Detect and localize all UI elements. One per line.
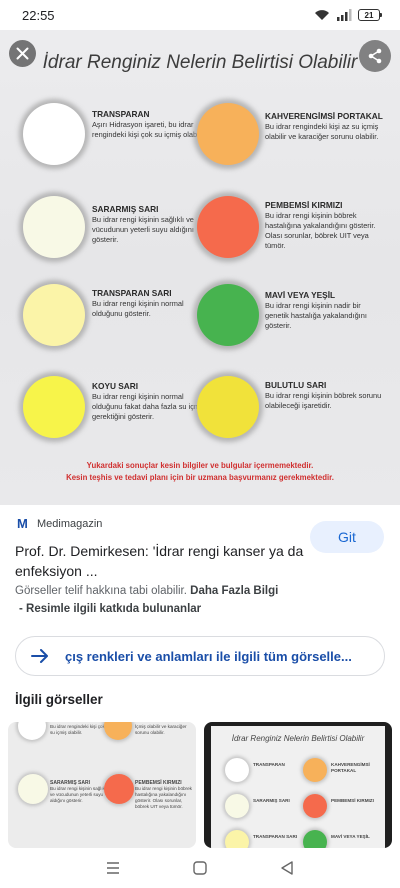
color-dot-pembemsi-kirmizi — [197, 196, 259, 258]
legend-transparan-sari: TRANSPARAN SARI Bu idrar rengi kişinin n… — [92, 288, 212, 319]
thumb-item-text: Bu idrar rengi kişinin sağlıklı ve vücud… — [50, 786, 108, 803]
related-images-heading: İlgili görseller — [15, 692, 103, 707]
legend-text: Bu idrar rengi kişinin sağlıklı ve vücud… — [92, 215, 194, 244]
bullet: - — [19, 603, 27, 615]
main-image[interactable]: İdrar Renginiz Nelerin Belirtisi Olabili… — [0, 30, 400, 505]
legend-text: Bu idrar rengi kişinin normal olduğunu f… — [92, 392, 210, 421]
legend-mavi-veya-yesil: MAVİ VEYA YEŞİL Bu idrar rengi kişinin n… — [265, 290, 385, 331]
go-button[interactable]: Git — [310, 521, 384, 553]
legend-title: BULUTLU SARI — [265, 380, 327, 390]
thumb-inner: İdrar Renginiz Nelerin Belirtisi Olabili… — [211, 726, 385, 848]
thumb-dot-red — [303, 794, 327, 818]
legend-title: PEMBEMSİ KIRMIZI — [265, 200, 343, 210]
share-button[interactable] — [359, 40, 391, 72]
menu-icon — [107, 862, 120, 874]
home-button[interactable] — [190, 858, 210, 878]
legend-koyu-sari: KOYU SARI Bu idrar rengi kişinin normal … — [92, 381, 212, 422]
disclaimer-line-1: Yukardaki sonuçlar kesin bilgiler ve bul… — [86, 461, 314, 470]
color-dot-koyu-sari — [23, 376, 85, 438]
color-dot-transparan — [23, 103, 85, 165]
legend-title: TRANSPARAN SARI — [92, 288, 172, 298]
disclaimer-line-2: Kesin teşhis ve tedavi planı için bir uz… — [66, 473, 334, 482]
thumb-item-1: SARARMIŞ SARI Bu idrar rengi kişinin sağl… — [50, 780, 110, 804]
legend-title: SARARMIŞ SARI — [92, 204, 159, 214]
legend-text: Aşırı Hidrasyon işareti, bu idrar rengin… — [92, 120, 207, 139]
thumb-label-6: MAVİ VEYA YEŞİL — [331, 834, 370, 839]
battery-icon: 21 — [358, 9, 382, 21]
thumb-text-top-right: İçmiş olabilir ve karaciğer sorunu olabi… — [135, 724, 187, 735]
thumb-dot-cream — [18, 774, 48, 804]
image-title: İdrar Renginiz Nelerin Belirtisi Olabili… — [42, 52, 358, 73]
thumb-dot-white — [225, 758, 249, 782]
thumb-item-text: Bu idrar rengi kişinin böbrek hastalığın… — [135, 786, 192, 809]
contributors-link[interactable]: - Resimle ilgili katkıda bulunanlar — [19, 603, 201, 615]
thumb-dot-light-yellow — [225, 830, 249, 848]
thumb-label-4: PEMBEMSİ KIRMIZI — [331, 798, 374, 803]
related-image-2[interactable]: İdrar Renginiz Nelerin Belirtisi Olabili… — [204, 722, 392, 848]
legend-text: Bu idrar rengi kişinin nadir bir genetik… — [265, 301, 367, 330]
more-info-link[interactable]: Daha Fazla Bilgi — [190, 585, 278, 597]
battery-level: 21 — [364, 10, 374, 20]
thumb-dot-orange — [104, 722, 132, 740]
copyright-text: Görseller telif hakkına tabi olabilir. — [15, 585, 187, 597]
copyright-notice: Görseller telif hakkına tabi olabilir. D… — [15, 585, 278, 597]
article-title[interactable]: Prof. Dr. Demirkesen: 'İdrar rengi kanse… — [15, 541, 305, 581]
thumb-dot-green — [303, 830, 327, 848]
thumb-dot-white — [18, 722, 46, 740]
legend-text: Bu idrar rengindeki kişi az su içmiş ola… — [265, 122, 379, 141]
close-button[interactable] — [9, 40, 36, 67]
legend-title: MAVİ VEYA YEŞİL — [265, 290, 336, 300]
color-dot-kahverengimsi-portakal — [197, 103, 259, 165]
thumb-text-top-left: Bu idrar rengindeki kişi çok su içmiş ol… — [50, 724, 105, 735]
back-icon — [280, 861, 293, 875]
legend-text: Bu idrar rengi kişinin normal olduğunu g… — [92, 299, 184, 318]
back-button[interactable] — [277, 858, 297, 878]
signal-icon — [337, 9, 352, 21]
color-dot-sararmis-sari — [23, 196, 85, 258]
legend-text: Bu idrar rengi kişinin böbrek sorunu ola… — [265, 391, 382, 410]
recent-apps-button[interactable] — [103, 858, 123, 878]
thumb-title: İdrar Renginiz Nelerin Belirtisi Olabili… — [231, 734, 365, 743]
legend-bulutlu-sari: BULUTLU SARI Bu idrar rengi kişinin böbr… — [265, 380, 385, 411]
legend-sararmis-sari: SARARMIŞ SARI Bu idrar rengi kişinin sağ… — [92, 204, 212, 245]
legend-kahverengimsi-portakal: KAHVERENGİMSİ PORTAKAL Bu idrar renginde… — [265, 111, 385, 142]
legend-title: KOYU SARI — [92, 381, 139, 391]
color-dot-transparan-sari — [23, 284, 85, 346]
status-time: 22:55 — [22, 7, 55, 23]
status-bar: 22:55 21 — [0, 0, 400, 30]
thumb-dot-red — [104, 774, 134, 804]
source-row[interactable]: M Medimagazin — [17, 517, 102, 531]
color-dot-bulutlu-sari — [197, 376, 259, 438]
legend-title: TRANSPARAN — [92, 109, 150, 119]
legend-transparan: TRANSPARAN Aşırı Hidrasyon işareti, bu i… — [92, 109, 212, 140]
all-images-label: çış renkleri ve anlamları ile ilgili tüm… — [65, 648, 352, 664]
wifi-icon — [315, 10, 329, 20]
color-dot-mavi-veya-yesil — [197, 284, 259, 346]
thumb-item-2: PEMBEMSİ KIRMIZI Bu idrar rengi kişinin b… — [135, 780, 195, 810]
thumb-dot-cream — [225, 794, 249, 818]
arrow-right-icon — [31, 647, 49, 665]
home-icon — [193, 861, 207, 875]
thumb-label-2: KAHVERENGİMSİ PORTAKAL — [331, 762, 370, 773]
share-icon — [368, 48, 382, 64]
source-name: Medimagazin — [37, 518, 103, 530]
related-image-1[interactable]: Bu idrar rengindeki kişi çok su içmiş ol… — [8, 722, 196, 848]
contributors-link-label: Resimle ilgili katkıda bulunanlar — [26, 603, 202, 615]
disclaimer: Yukardaki sonuçlar kesin bilgiler ve bul… — [0, 460, 400, 484]
all-images-link[interactable]: çış renkleri ve anlamları ile ilgili tüm… — [15, 636, 385, 676]
status-icons: 21 — [314, 9, 382, 21]
system-nav-bar — [0, 848, 400, 888]
thumb-dot-orange — [303, 758, 327, 782]
legend-title: KAHVERENGİMSİ PORTAKAL — [265, 111, 383, 121]
close-icon — [16, 47, 29, 60]
legend-text: Bu idrar rengi kişinin böbrek hastalığın… — [265, 211, 376, 250]
legend-pembemsi-kirmizi: PEMBEMSİ KIRMIZI Bu idrar rengi kişinin … — [265, 200, 385, 251]
source-logo: M — [17, 516, 28, 531]
